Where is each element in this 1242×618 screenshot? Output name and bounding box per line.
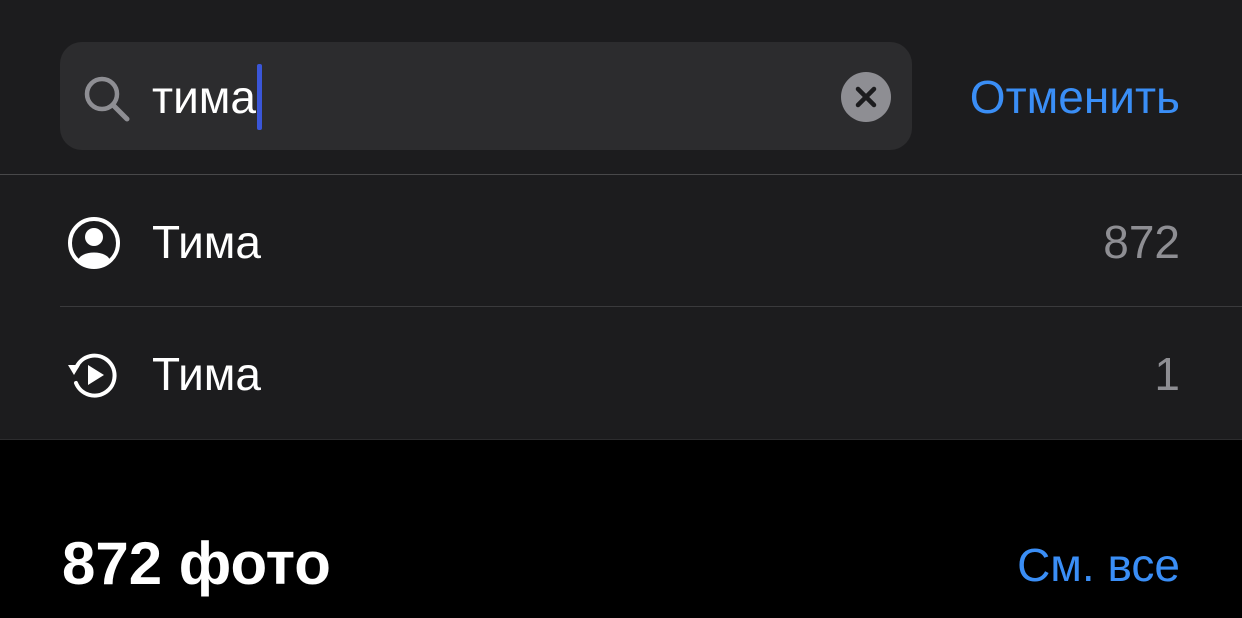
suggestion-label: Тима — [152, 348, 261, 400]
clear-search-button[interactable] — [841, 72, 891, 122]
suggestion-item-person[interactable]: Тима 872 — [0, 175, 1242, 307]
search-input[interactable]: тима — [152, 64, 262, 130]
list-bottom-divider — [0, 439, 1242, 440]
suggestions-list: Тима 872 Тима 1 — [0, 175, 1242, 439]
cancel-button[interactable]: Отменить — [970, 64, 1180, 130]
suggestion-count: 1 — [1154, 348, 1180, 400]
suggestion-item-memory[interactable]: Тима 1 — [0, 307, 1242, 439]
suggestion-count: 872 — [1103, 216, 1180, 268]
person-circle-icon — [68, 217, 120, 269]
results-title: 872 фото — [62, 530, 331, 597]
search-query-text: тима — [152, 71, 256, 123]
see-all-button[interactable]: См. все — [1017, 532, 1180, 598]
memory-replay-icon — [68, 353, 117, 398]
close-icon — [855, 86, 877, 108]
search-header: тима Отменить — [0, 0, 1242, 174]
photos-search-screen: тима Отменить Тима 872 Тима 1 872 фото С… — [0, 0, 1242, 618]
text-caret — [256, 64, 262, 130]
suggestion-label: Тима — [152, 216, 261, 268]
search-icon — [84, 76, 130, 122]
